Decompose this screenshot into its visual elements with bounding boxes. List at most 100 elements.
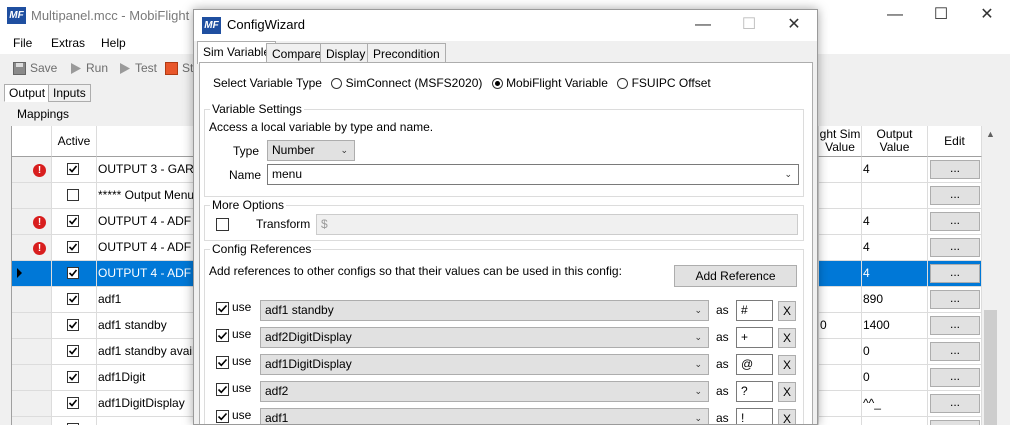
column-header-active[interactable]: Active	[52, 126, 97, 157]
use-checkbox[interactable]	[216, 410, 229, 423]
radio-fsuipc-label: FSUIPC Offset	[631, 76, 711, 90]
edit-button[interactable]: ...	[930, 316, 980, 335]
active-checkbox[interactable]	[67, 215, 79, 227]
edit-button[interactable]: ...	[930, 342, 980, 361]
name-combobox[interactable]: menu ⌄	[267, 164, 799, 185]
row-header-cell	[12, 287, 52, 313]
mobiflight-logo-icon: MF	[202, 17, 221, 34]
placeholder-input[interactable]: !	[736, 408, 773, 424]
variable-settings-description: Access a local variable by type and name…	[209, 120, 434, 134]
reference-config-select[interactable]: adf2DigitDisplay ⌄	[260, 327, 709, 348]
checkmark-icon	[68, 243, 78, 251]
remove-reference-button[interactable]: X	[778, 328, 796, 348]
dialog-title-bar: MF ConfigWizard — ☐ ✕	[194, 10, 817, 41]
tab-precondition[interactable]: Precondition	[367, 43, 446, 64]
checkmark-icon	[68, 321, 78, 329]
radio-simconnect-circle[interactable]	[331, 78, 343, 89]
reference-row: use adf1 ⌄ as! X	[205, 407, 805, 425]
reference-config-select[interactable]: adf1 ⌄	[260, 408, 709, 425]
edit-button[interactable]: ...	[930, 420, 980, 425]
remove-reference-button[interactable]: X	[778, 409, 796, 424]
reference-config-select[interactable]: adf1 standby ⌄	[260, 300, 709, 321]
row-header-cell	[12, 365, 52, 391]
edit-button[interactable]: ...	[930, 212, 980, 231]
placeholder-input[interactable]: ?	[736, 381, 773, 402]
column-header-edit[interactable]: Edit	[928, 126, 982, 157]
flight-sim-value-cell	[819, 183, 862, 209]
edit-button[interactable]: ...	[930, 264, 980, 283]
edit-button[interactable]: ...	[930, 238, 980, 257]
edit-button[interactable]: ...	[930, 290, 980, 309]
radio-mobiflight-circle[interactable]	[491, 78, 503, 89]
maximize-icon[interactable]: ☐	[918, 0, 964, 32]
tab-display[interactable]: Display	[320, 43, 372, 64]
tab-sim-variable[interactable]: Sim Variable	[197, 41, 277, 64]
active-checkbox[interactable]	[67, 371, 79, 383]
column-header-flight-sim-value[interactable]: ght Sim Value	[819, 126, 862, 157]
minimize-icon[interactable]: —	[872, 0, 918, 32]
use-label: use	[232, 327, 252, 341]
type-select[interactable]: Number ⌄	[267, 140, 355, 161]
radio-mobiflight-label: MobiFlight Variable	[506, 76, 608, 90]
stop-button[interactable]: St	[165, 61, 193, 75]
placeholder-input[interactable]: +	[736, 327, 773, 348]
edit-button[interactable]: ...	[930, 394, 980, 413]
transform-checkbox[interactable]	[216, 218, 229, 231]
menu-file[interactable]: File	[13, 36, 32, 50]
radio-fsuipc-offset[interactable]: FSUIPC Offset	[617, 76, 711, 90]
active-checkbox[interactable]	[67, 293, 79, 305]
name-label: Name	[229, 168, 262, 182]
radio-mobiflight-variable[interactable]: MobiFlight Variable	[491, 76, 608, 90]
output-value-cell	[862, 417, 928, 425]
use-label: use	[232, 381, 252, 395]
active-checkbox[interactable]	[67, 267, 79, 279]
remove-reference-button[interactable]: X	[778, 382, 796, 402]
active-checkbox[interactable]	[67, 397, 79, 409]
flight-sim-value-cell	[819, 157, 862, 183]
active-checkbox[interactable]	[67, 189, 79, 201]
remove-reference-button[interactable]: X	[778, 301, 796, 321]
use-checkbox[interactable]	[216, 383, 229, 396]
remove-reference-button[interactable]: X	[778, 355, 796, 375]
placeholder-input[interactable]: #	[736, 300, 773, 321]
use-checkbox[interactable]	[216, 329, 229, 342]
reference-config-select[interactable]: adf1DigitDisplay ⌄	[260, 354, 709, 375]
variable-settings-group: Variable Settings Access a local variabl…	[204, 102, 804, 197]
run-button[interactable]: Run	[69, 61, 108, 75]
active-checkbox[interactable]	[67, 163, 79, 175]
test-button[interactable]: Test	[118, 61, 157, 75]
close-icon[interactable]: ✕	[964, 0, 1010, 32]
chevron-down-icon: ⌄	[694, 332, 702, 342]
edit-button[interactable]: ...	[930, 160, 980, 179]
row-header-cell	[12, 183, 52, 209]
menu-extras[interactable]: Extras	[51, 36, 85, 50]
minimize-icon[interactable]: —	[680, 10, 726, 42]
radio-simconnect[interactable]: SimConnect (MSFS2020)	[331, 76, 482, 90]
save-button[interactable]: Save	[13, 61, 57, 75]
active-checkbox[interactable]	[67, 241, 79, 253]
column-header-output-value[interactable]: Output Value	[862, 126, 928, 157]
tab-output[interactable]: Output	[4, 84, 51, 102]
edit-button[interactable]: ...	[930, 186, 980, 205]
tab-compare[interactable]: Compare	[266, 43, 328, 64]
scrollbar-thumb[interactable]	[984, 310, 997, 425]
use-checkbox[interactable]	[216, 302, 229, 315]
scroll-up-icon[interactable]: ▲	[982, 126, 999, 143]
more-options-label: More Options	[210, 198, 287, 212]
use-checkbox[interactable]	[216, 356, 229, 369]
edit-button[interactable]: ...	[930, 368, 980, 387]
active-checkbox[interactable]	[67, 319, 79, 331]
reference-config-value: adf1	[265, 411, 289, 425]
menu-help[interactable]: Help	[101, 36, 126, 50]
add-reference-button[interactable]: Add Reference	[674, 265, 797, 287]
radio-fsuipc-circle[interactable]	[617, 78, 629, 89]
as-label: as	[716, 384, 729, 398]
close-icon[interactable]: ✕	[771, 10, 817, 42]
tab-inputs[interactable]: Inputs	[48, 84, 91, 102]
more-options-group: More Options Transform $	[204, 198, 804, 241]
transform-input: $	[316, 214, 798, 235]
active-checkbox[interactable]	[67, 345, 79, 357]
reference-config-select[interactable]: adf2 ⌄	[260, 381, 709, 402]
output-value-cell: 4	[862, 261, 928, 287]
placeholder-input[interactable]: @	[736, 354, 773, 375]
